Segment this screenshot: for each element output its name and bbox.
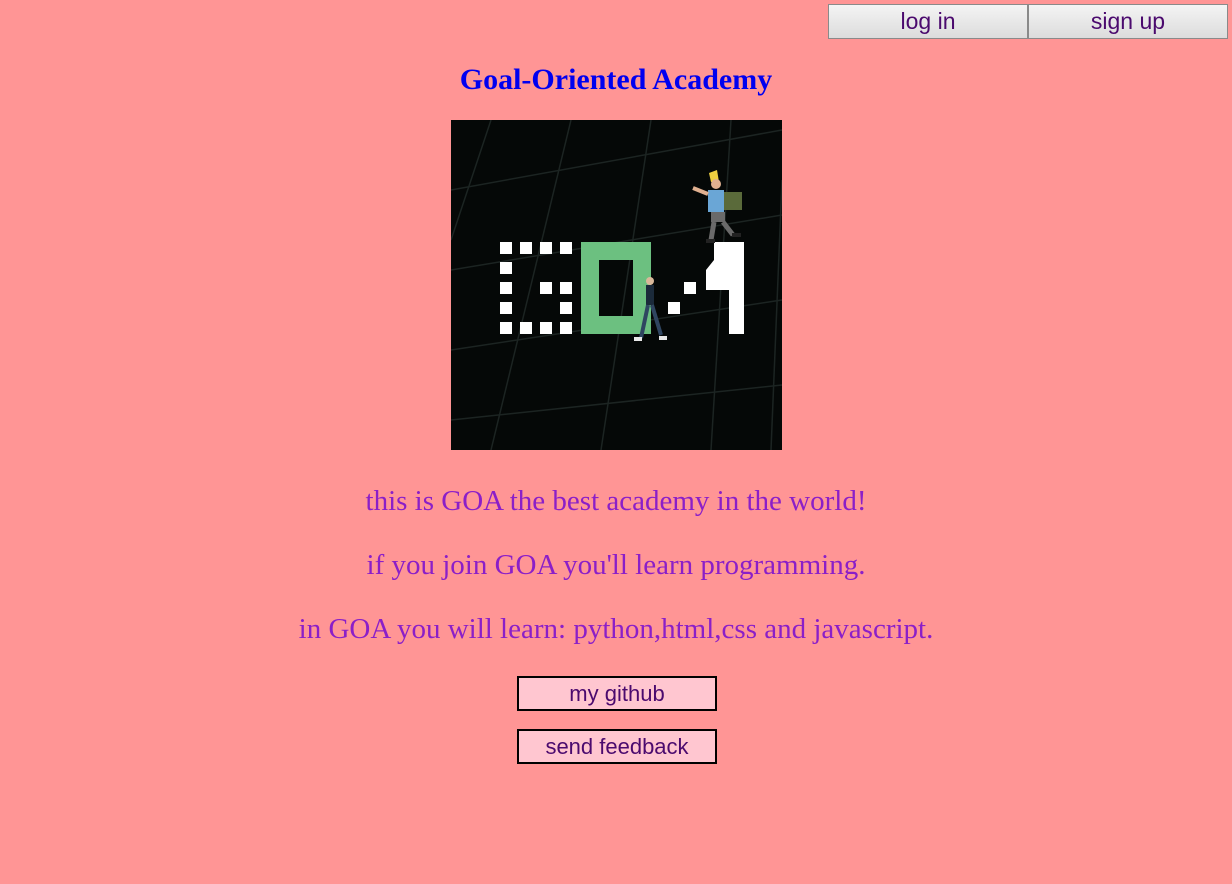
goa-logo-icon [451,120,782,450]
send-feedback-button[interactable]: send feedback [517,729,717,764]
goa-logo-image [451,120,782,450]
github-button[interactable]: my github [517,676,717,711]
topics-text: in GOA you will learn: python,html,css a… [298,613,934,645]
signup-button[interactable]: sign up [1028,4,1228,39]
join-text: if you join GOA you'll learn programming… [366,549,866,581]
login-button[interactable]: log in [828,4,1028,39]
page-title: Goal-Oriented Academy [459,63,773,96]
intro-text: this is GOA the best academy in the worl… [365,485,867,517]
